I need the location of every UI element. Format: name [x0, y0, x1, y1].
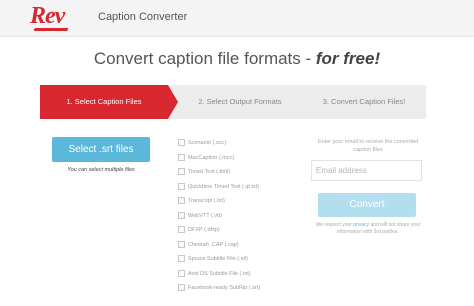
rev-logo[interactable]: Rev	[30, 3, 65, 30]
step-1-label: 1. Select Caption Files	[66, 97, 142, 106]
format-option-avid-txt[interactable]: Avid DS Subtitle File (.txt)	[178, 268, 288, 280]
multiple-files-hint: You can select multiple files	[67, 167, 135, 173]
logo-swoosh	[33, 28, 69, 31]
format-label: WebVTT (.vtt)	[188, 212, 223, 219]
page-title: Convert caption file formats - for free!	[0, 49, 474, 69]
app-name: Caption Converter	[98, 11, 188, 23]
format-label: MacCaption (.mcc)	[188, 154, 235, 161]
step-3-label: 3. Convert Caption Files!	[322, 97, 406, 106]
email-instructions: Enter your email to receive the converte…	[317, 139, 419, 153]
page-title-emphasis: for free!	[315, 49, 381, 68]
checkbox-icon[interactable]	[178, 168, 185, 176]
checkbox-icon[interactable]	[178, 153, 185, 161]
select-srt-files-button[interactable]: Select .srt files	[52, 137, 150, 162]
active-step-arrow	[168, 85, 178, 119]
format-label: Facebook-ready SubRip (.srt)	[188, 285, 261, 291]
format-option-ttml[interactable]: Timed Text (.ttml)	[178, 166, 288, 178]
format-option-qt-txt[interactable]: Quicktime Timed Text (.qt.txt)	[178, 181, 288, 193]
privacy-note: We respect your privacy and will not sha…	[310, 222, 426, 236]
privacy-link[interactable]: privacy	[353, 222, 369, 228]
format-label: Scenarist (.scc)	[188, 140, 226, 146]
format-label: Transcript (.txt)	[188, 198, 225, 204]
checkbox-icon[interactable]	[178, 182, 185, 190]
format-option-vtt[interactable]: WebVTT (.vtt)	[178, 210, 288, 222]
checkbox-icon[interactable]	[178, 269, 185, 277]
checkbox-icon[interactable]	[178, 197, 185, 205]
format-label: Spruce Subtitle File (.stl)	[188, 256, 248, 262]
checkbox-icon[interactable]	[178, 240, 185, 248]
checkbox-icon[interactable]	[178, 284, 185, 292]
format-label: Quicktime Timed Text (.qt.txt)	[188, 183, 260, 190]
format-option-scc[interactable]: Scenarist (.scc)	[178, 137, 288, 149]
page-title-main: Convert caption file formats -	[93, 49, 316, 68]
format-option-dfxp[interactable]: DFXP (.dfxp)	[178, 224, 288, 236]
format-option-stl[interactable]: Spruce Subtitle File (.stl)	[178, 253, 288, 265]
checkbox-icon[interactable]	[178, 211, 185, 219]
format-option-transcript[interactable]: Transcript (.txt)	[178, 195, 288, 207]
top-header: Rev Caption Converter	[0, 0, 474, 37]
convert-button[interactable]: Convert	[318, 193, 416, 217]
checkbox-icon[interactable]	[178, 139, 185, 147]
format-label: Timed Text (.ttml)	[188, 169, 231, 175]
checkbox-icon[interactable]	[178, 255, 185, 263]
privacy-text-before: We respect your	[315, 222, 354, 228]
format-label: Cheetah .CAP (.cap)	[188, 241, 239, 248]
step-2-label: 2. Select Output Formats	[198, 97, 282, 106]
step-progress-bar: 1. Select Caption Files 2. Select Output…	[40, 85, 426, 119]
format-option-facebook-srt[interactable]: Facebook-ready SubRip (.srt)	[178, 282, 288, 294]
checkbox-icon[interactable]	[178, 226, 185, 234]
format-label: DFXP (.dfxp)	[188, 227, 220, 233]
format-option-mcc[interactable]: MacCaption (.mcc)	[178, 152, 288, 164]
format-option-cap[interactable]: Cheetah .CAP (.cap)	[178, 239, 288, 251]
format-label: Avid DS Subtitle File (.txt)	[188, 270, 251, 277]
email-input[interactable]	[311, 160, 422, 181]
